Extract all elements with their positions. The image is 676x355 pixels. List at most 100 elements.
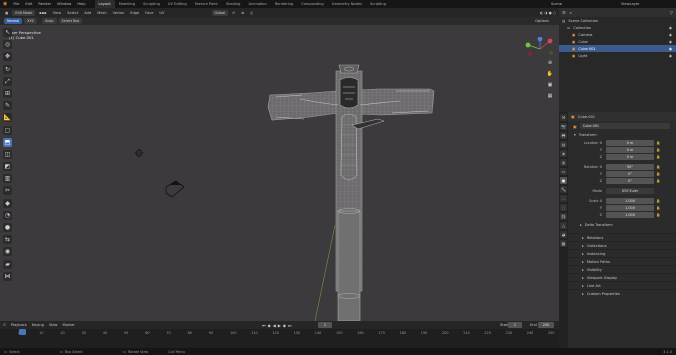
edge-slide-icon[interactable]: ⇆ [3,235,12,245]
menu-render[interactable]: Render [35,2,54,6]
shear-icon[interactable]: ▰ [3,259,12,269]
filter-icon[interactable]: ▽ [670,10,673,15]
navigation-gizmo[interactable] [520,37,560,63]
jump-end-icon[interactable]: ⏭ [288,323,292,328]
lock-icon[interactable]: 🔓 [656,206,660,210]
mode-dropdown[interactable]: Edit Mode [12,9,36,16]
bevel-icon[interactable]: ◩ [3,162,12,172]
overlay-icons[interactable]: ◐ ◑ ● ○ [537,11,559,15]
tab-modeling[interactable]: Modeling [115,0,139,8]
rotation-x-field[interactable]: 90° [606,163,654,170]
lock-icon[interactable]: 🔓 [656,199,660,203]
scale-icon[interactable]: ⤢ [3,76,12,86]
visibility-eye-icon[interactable]: ◉ [669,54,672,58]
next-key-icon[interactable]: ◆ [283,323,286,328]
tab-compositing[interactable]: Compositing [297,0,328,8]
options-dropdown[interactable]: Options [535,19,549,23]
snap-button[interactable]: Snap [42,18,57,24]
pan-hand-icon[interactable]: ✋ [546,70,554,78]
visibility-eye-icon[interactable]: ◉ [669,47,672,51]
visibility-eye-icon[interactable]: ◉ [669,33,672,37]
panel-collections[interactable]: ▸ Collections [568,241,676,249]
location-x-field[interactable]: 0 m [606,139,654,146]
cursor-3d-icon[interactable]: ◎ [3,40,12,50]
select-mode-icons[interactable]: ▪▪▪ [36,11,49,15]
object-name-field[interactable]: Cube.001 [579,123,670,129]
rotation-mode-dropdown[interactable]: XYZ Euler [606,187,654,194]
tab-uv-editing[interactable]: UV Editing [164,0,191,8]
xyz-button[interactable]: XYZ [24,18,37,24]
menu-file[interactable]: File [10,2,22,6]
shrink-fatten-icon[interactable]: ◉ [3,247,12,257]
outliner-row[interactable]: ▤ Scene Collection [559,17,676,24]
object-tab-icon[interactable]: ▣ [560,177,567,184]
spin-icon[interactable]: ◔ [3,210,12,220]
zoom-icon[interactable]: ⊕ [546,59,554,67]
tab-scripting[interactable]: Scripting [366,0,390,8]
snap-icon[interactable]: ⧉ [238,11,247,15]
tab-shading[interactable]: Shading [222,0,245,8]
select-cursor-icon[interactable]: ↖ [3,28,12,37]
play-reverse-icon[interactable]: ◀ [273,323,276,328]
current-frame-field[interactable]: 1 [318,322,332,328]
menu-marker[interactable]: Marker [62,323,74,327]
select-box-button[interactable]: Select Box [58,18,83,24]
scale-z-field[interactable]: 1.000 [606,211,654,218]
menu-view[interactable]: View [50,11,65,15]
visibility-eye-icon[interactable]: ◉ [669,40,672,44]
data-tab-icon[interactable]: △ [560,222,567,229]
extrude-icon[interactable]: ⬒ [3,137,12,147]
world-tab-icon[interactable]: ◍ [560,159,567,166]
panel-line-art[interactable]: ▸ Line Art [568,281,676,289]
outliner-editor-icon[interactable]: ☰ [562,10,566,15]
menu-window[interactable]: Window [54,2,74,6]
render-tab-icon[interactable]: 📷 [560,123,567,130]
poly-build-icon[interactable]: ◆ [3,198,12,208]
playhead[interactable] [19,329,26,335]
add-cube-icon[interactable]: ▢ [3,125,12,135]
scale-x-field[interactable]: 1.000 [606,197,654,204]
menu-playback[interactable]: Playback [11,323,27,327]
inset-icon[interactable]: ◫ [3,149,12,159]
scene-selector[interactable]: Scene [548,2,565,6]
material-tab-icon[interactable]: ◕ [560,231,567,238]
scene-tab-icon[interactable]: ◈ [560,150,567,157]
jump-start-icon[interactable]: ⏮ [262,323,266,328]
lock-icon[interactable]: 🔓 [656,172,660,176]
menu-face[interactable]: Face [142,11,156,15]
constraints-tab-icon[interactable]: ⛓ [560,213,567,220]
menu-help[interactable]: Help [74,2,88,6]
rip-region-icon[interactable]: ⋈ [3,271,12,281]
editor-type-icon[interactable]: ▣ [2,11,11,15]
menu-select[interactable]: Select [64,11,81,15]
pivot-icon[interactable]: ⊙ [229,11,238,15]
lock-icon[interactable]: 🔓 [656,179,660,183]
particles-tab-icon[interactable]: ∴ [560,195,567,202]
normal-button[interactable]: Normal [4,18,23,24]
outliner-row[interactable]: ▣ Cube ◉ [559,38,676,45]
orientation-dropdown[interactable]: Global [211,9,229,16]
camera-view-icon[interactable]: ▣ [546,81,554,89]
view-layer-tab-icon[interactable]: ▤ [560,141,567,148]
rotation-y-field[interactable]: 0° [606,170,654,177]
panel-visibility[interactable]: ▸ Visibility [568,265,676,273]
menu-keying[interactable]: Keying [32,323,44,327]
knife-icon[interactable]: ✂ [3,186,12,196]
outliner-row[interactable]: ▭ Collection ◉ [559,24,676,31]
outliner-row[interactable]: ▣ Cube.001 ◉ [559,45,676,52]
outliner-row[interactable]: ▣ Light ◉ [559,52,676,59]
lock-icon[interactable]: 🔓 [656,213,660,217]
lock-icon[interactable]: 🔓 [656,148,660,152]
move-icon[interactable]: ✥ [3,52,12,62]
modifier-tab-icon[interactable]: 🔧 [560,186,567,193]
tab-geometry-nodes[interactable]: Geometry Nodes [328,0,366,8]
texture-tab-icon[interactable]: ▩ [560,240,567,247]
annotate-icon[interactable]: ✎ [3,101,12,111]
view-layer-selector[interactable]: ViewLayer [618,2,643,6]
rotate-icon[interactable]: ↻ [3,64,12,74]
panel-instancing[interactable]: ▸ Instancing [568,249,676,257]
scale-y-field[interactable]: 1.000 [606,204,654,211]
outliner-row[interactable]: ▣ Camera ◉ [559,31,676,38]
tool-tab-icon[interactable]: ⚒ [560,114,567,121]
panel-relations[interactable]: ▸ Relations [568,233,676,241]
